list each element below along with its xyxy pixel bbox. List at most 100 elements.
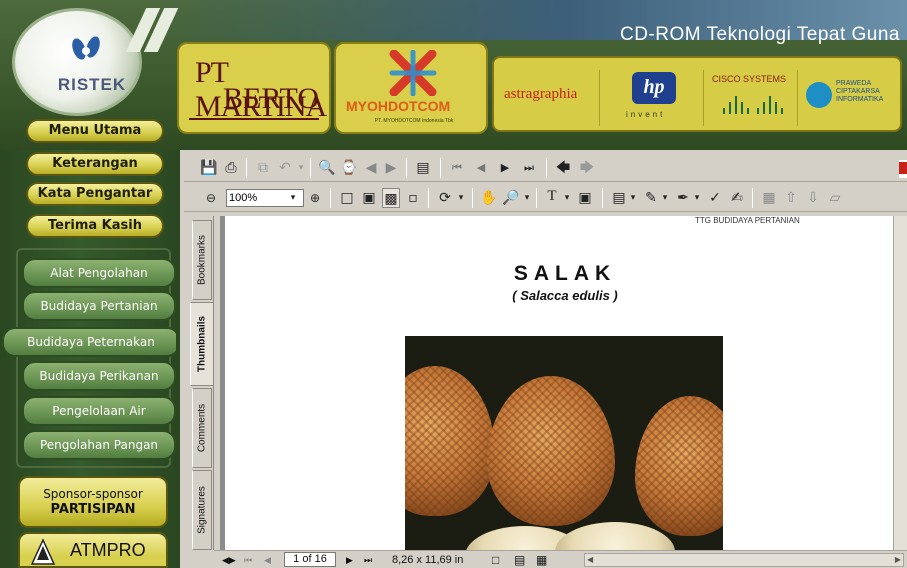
menu-utama-button[interactable]: Menu Utama — [26, 119, 164, 143]
previous-page-icon[interactable]: ◀ — [472, 158, 490, 178]
pane-toggle-icon[interactable]: ◀▶ — [222, 553, 236, 567]
save-icon[interactable]: 💾 — [200, 158, 218, 178]
tab-signatures[interactable]: Signatures — [192, 470, 212, 550]
ristek-logo: RISTEK — [12, 8, 142, 116]
cisco-text: CISCO SYSTEMS — [712, 74, 787, 84]
sponsor-hp[interactable]: hp invent — [604, 70, 704, 126]
atmpro-logo-icon — [30, 538, 56, 565]
martina-underline — [189, 118, 319, 120]
fit-visible-icon[interactable]: ▫ — [404, 188, 422, 208]
previous-view-icon[interactable]: ◀ — [362, 158, 380, 178]
toolbar-separator — [246, 158, 247, 178]
kata-pengantar-button[interactable]: Kata Pengantar — [26, 182, 164, 206]
page-indicator[interactable]: 1 of 16 — [284, 552, 336, 567]
print-icon[interactable]: ⎙ — [222, 158, 240, 178]
single-page-icon[interactable]: □ — [492, 553, 499, 567]
next-view-icon[interactable]: ▶ — [382, 158, 400, 178]
fit-page-icon[interactable]: ▣ — [360, 188, 378, 208]
vertical-scrollbar[interactable] — [893, 216, 907, 550]
atmpro-label: ATMPRO — [70, 540, 146, 560]
tab-comments[interactable]: Comments — [192, 388, 212, 468]
hp-logo-icon: hp — [632, 72, 676, 104]
sponsor-praweda[interactable]: PRAWEDA CIPTAKARSA INFORMATIKA — [802, 70, 900, 126]
toolbar-separator — [602, 188, 603, 208]
adobe-icon[interactable] — [899, 160, 907, 178]
zoom-dropdown-icon[interactable]: ▾ — [288, 188, 298, 208]
last-page-status-icon[interactable]: ⏭ — [364, 553, 372, 567]
sponsor-cisco[interactable]: CISCO SYSTEMS — [708, 70, 798, 126]
budidaya-peternakan-button[interactable]: Budidaya Peternakan — [2, 327, 180, 357]
zoom-out-icon[interactable]: ⊖ — [202, 188, 220, 208]
sign-icon[interactable]: ✍ — [728, 188, 746, 208]
pengolahan-pangan-button[interactable]: Pengolahan Pangan — [22, 430, 176, 460]
page-size: 8,26 x 11,69 in — [392, 554, 464, 566]
scroll-left-icon[interactable]: ◀ — [587, 554, 593, 566]
alat-pengolahan-button[interactable]: Alat Pengolahan — [22, 258, 176, 288]
ebook-icon[interactable]: ▦ — [760, 188, 778, 208]
praweda-logo-icon — [806, 82, 832, 108]
facing-pages-icon[interactable]: ▦ — [536, 553, 547, 567]
budidaya-perikanan-button[interactable]: Budidaya Perikanan — [22, 361, 176, 391]
show-hide-pane-icon[interactable]: ▤ — [414, 158, 432, 178]
zoom-tool-dropdown-icon[interactable]: ▾ — [522, 188, 532, 208]
copy-icon[interactable]: ⧉ — [254, 158, 272, 178]
upload-icon[interactable]: ⇧ — [782, 188, 800, 208]
undo-icon[interactable]: ↶ — [276, 158, 294, 178]
tab-signatures-label: Signatures — [196, 486, 208, 534]
zoom-tool-icon[interactable]: 🔎 — [502, 188, 520, 208]
atmpro-button[interactable]: ATMPRO — [18, 532, 168, 568]
hand-tool-icon[interactable]: ✋ — [480, 188, 498, 208]
download-icon[interactable]: ⇩ — [804, 188, 822, 208]
rotate-dropdown-icon[interactable]: ▾ — [456, 188, 466, 208]
text-select-dropdown-icon[interactable]: ▾ — [562, 188, 572, 208]
keterangan-button[interactable]: Keterangan — [26, 152, 164, 176]
snapshot-icon[interactable]: ▣ — [576, 188, 594, 208]
page-icon[interactable]: ▱ — [826, 188, 844, 208]
text-select-icon[interactable]: T — [542, 188, 562, 208]
pencil-dropdown-icon[interactable]: ▾ — [660, 188, 670, 208]
spell-check-icon[interactable]: ✓ — [706, 188, 724, 208]
first-page-status-icon[interactable]: ⏮ — [244, 553, 252, 567]
continuous-icon[interactable]: ▤ — [514, 553, 525, 567]
salak-photo — [405, 336, 723, 550]
last-page-icon[interactable]: ⏭ — [520, 158, 538, 178]
salak-fruit — [405, 366, 495, 516]
search-icon[interactable]: ⌚ — [340, 158, 358, 178]
pengelolaan-air-button[interactable]: Pengelolaan Air — [22, 396, 176, 426]
category-panel: Alat Pengolahan Budidaya Pertanian Budid… — [2, 248, 180, 468]
tab-bookmarks[interactable]: Bookmarks — [192, 220, 212, 300]
markup-dropdown-icon[interactable]: ▾ — [692, 188, 702, 208]
toolbar-separator — [546, 158, 547, 178]
tab-thumbnails[interactable]: Thumbnails — [190, 302, 214, 386]
page-title: SALAK — [513, 262, 617, 285]
fit-width-icon[interactable]: ▩ — [382, 188, 400, 208]
go-back-icon[interactable]: 🡄 — [554, 158, 572, 178]
page-subtitle: ( Salacca edulis ) — [512, 288, 618, 303]
next-page-icon[interactable]: ▶ — [496, 158, 514, 178]
toolbar-bottom: ⊖ 100% ▾ ⊕ □ ▣ ▩ ▫ ⟳ ▾ ✋ 🔎 ▾ T ▾ ▣ ▤ ▾ ✎… — [184, 184, 907, 212]
scroll-right-icon[interactable]: ▶ — [895, 554, 901, 566]
budidaya-pertanian-button[interactable]: Budidaya Pertanian — [22, 291, 176, 321]
sponsor-myohdotcom[interactable]: MYOHDOTCOM PT. MYOHDOTCOM Indonesia Tbk — [334, 42, 488, 134]
actual-size-icon[interactable]: □ — [338, 188, 356, 208]
go-forward-icon[interactable]: 🡆 — [578, 158, 596, 178]
note-icon[interactable]: ▤ — [610, 188, 628, 208]
pdf-viewer: 💾 ⎙ ⧉ ↶ ▾ 🔍 ⌚ ◀ ▶ ▤ ⏮ ◀ ▶ ⏭ 🡄 🡆 ⊖ 100% ▾… — [176, 150, 907, 568]
markup-icon[interactable]: ✒ — [674, 188, 692, 208]
previous-page-status-icon[interactable]: ◀ — [264, 553, 271, 567]
note-dropdown-icon[interactable]: ▾ — [628, 188, 638, 208]
next-page-status-icon[interactable]: ▶ — [346, 553, 353, 567]
rotate-icon[interactable]: ⟳ — [436, 188, 454, 208]
terima-kasih-button[interactable]: Terima Kasih — [26, 214, 164, 238]
pencil-icon[interactable]: ✎ — [642, 188, 660, 208]
find-icon[interactable]: 🔍 — [318, 158, 336, 178]
horizontal-scrollbar[interactable]: ◀ ▶ — [584, 553, 904, 567]
sponsor-partisipan-button[interactable]: Sponsor-sponsor PARTISIPAN — [18, 476, 168, 528]
document-page[interactable]: TTG BUDIDAYA PERTANIAN SALAK ( Salacca e… — [220, 216, 900, 550]
tab-bookmarks-label: Bookmarks — [196, 234, 208, 286]
sponsor-martina-berto[interactable]: PT MARTINA BERTO — [177, 42, 331, 134]
zoom-in-icon[interactable]: ⊕ — [306, 188, 324, 208]
undo-dropdown-icon[interactable]: ▾ — [296, 158, 306, 178]
sponsor-astragraphia[interactable]: astragraphia — [500, 70, 600, 126]
first-page-icon[interactable]: ⏮ — [448, 158, 466, 178]
